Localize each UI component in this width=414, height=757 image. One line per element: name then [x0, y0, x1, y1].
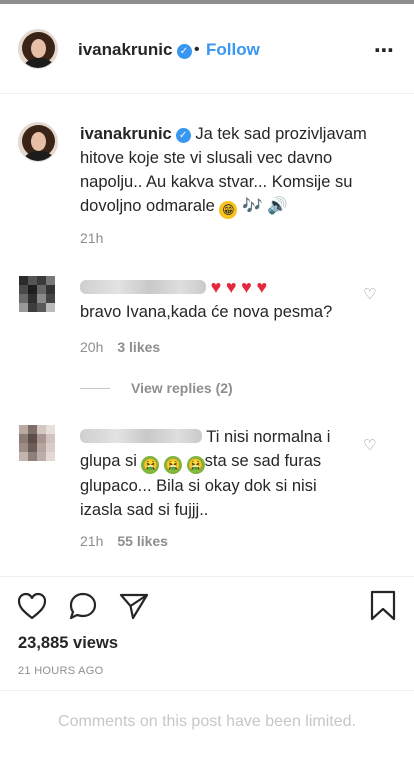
speaker-icon: 🔊 [267, 197, 288, 215]
like-comment-heart-icon[interactable]: ♡ [363, 285, 376, 303]
commenter-avatar[interactable] [19, 425, 55, 461]
red-heart-icon: ♥ [210, 277, 222, 297]
grinning-face-icon: 😁 [219, 201, 238, 219]
caption-text: ivanakrunic ✓ Ja tek sad prozivljavam hit… [80, 122, 380, 219]
comment-icon[interactable] [67, 591, 99, 621]
follow-button[interactable]: Follow [206, 40, 260, 60]
comments-limited-notice: Comments on this post have been limited. [58, 713, 356, 730]
view-count[interactable]: 23,885 views [18, 634, 118, 653]
comment-meta: 21h 55 likes [80, 533, 168, 549]
nauseated-face-icon: 🤮 [164, 456, 183, 474]
nauseated-face-icon: 🤮 [186, 456, 205, 474]
comment-meta: 20h 3 likes [80, 339, 161, 355]
author-username[interactable]: ivanakrunic ✓ [78, 40, 192, 60]
more-options-icon[interactable]: ⋯ [374, 38, 395, 63]
verified-badge-icon: ✓ [175, 128, 191, 143]
author-avatar[interactable] [18, 29, 58, 69]
nauseated-face-icon: 🤮 [141, 456, 160, 474]
commenter-avatar[interactable] [19, 276, 55, 312]
action-bar-divider [0, 576, 414, 578]
bookmark-icon[interactable] [369, 590, 397, 622]
separator-dot: • [194, 41, 200, 58]
blurred-username[interactable] [80, 280, 206, 294]
red-heart-icon: ♥ [256, 277, 268, 297]
replies-divider [80, 388, 110, 389]
comment-text: ♥ ♥ ♥ ♥ bravo Ivana,kada će nova pesma? [80, 277, 333, 321]
caption-time: 21h [80, 230, 104, 246]
heart-icon[interactable] [17, 592, 47, 620]
share-icon[interactable] [118, 592, 150, 620]
musical-notes-icon: 🎶 [242, 197, 263, 215]
red-heart-icon: ♥ [241, 277, 252, 297]
post-header: ivanakrunic ✓ • Follow ⋯ [0, 4, 414, 94]
comment-likes[interactable]: 3 likes [117, 339, 160, 355]
posted-timestamp: 21 HOURS AGO [18, 665, 104, 677]
comment-likes[interactable]: 55 likes [117, 533, 168, 549]
blurred-username[interactable] [80, 429, 202, 443]
like-comment-heart-icon[interactable]: ♡ [363, 436, 376, 454]
red-heart-icon: ♥ [225, 277, 237, 297]
comment-text: Ti nisi normalna i glupa si 🤮 🤮 🤮sta se … [80, 428, 331, 519]
verified-badge-icon: ✓ [176, 44, 192, 59]
caption-author-avatar[interactable] [18, 122, 58, 162]
caption-username[interactable]: ivanakrunic [80, 125, 172, 143]
view-replies-button[interactable]: View replies (2) [131, 380, 233, 396]
comments-limited-section: Comments on this post have been limited. [0, 690, 414, 757]
